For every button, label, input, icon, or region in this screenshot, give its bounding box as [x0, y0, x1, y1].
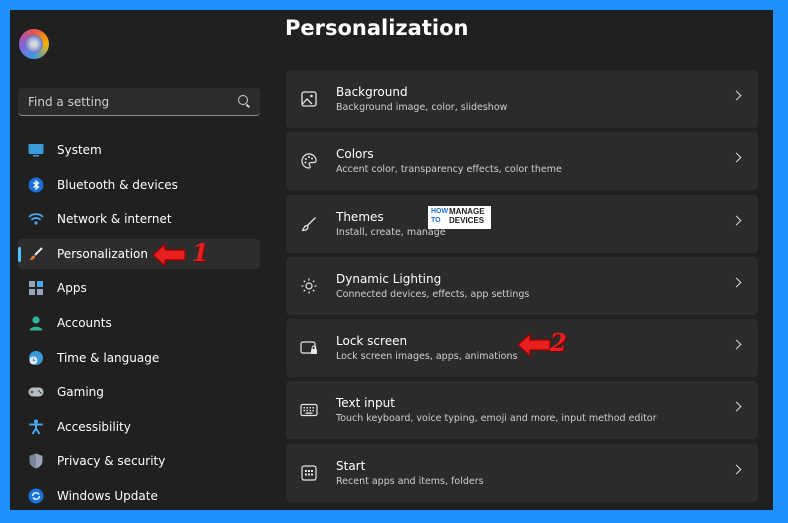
card-title: Themes: [336, 209, 384, 224]
card-background[interactable]: Background Background image, color, slid…: [286, 70, 758, 128]
chevron-right-icon: [731, 90, 742, 101]
chevron-right-icon: [731, 215, 742, 226]
card-title: Lock screen: [336, 334, 408, 349]
sidebar-nav: System Bluetooth & devices Network & int…: [18, 135, 260, 510]
brush-icon: [300, 215, 318, 233]
lock-screen-icon: [300, 339, 318, 357]
chevron-right-icon: [731, 402, 742, 412]
shield-icon: [28, 453, 44, 469]
apps-icon: [28, 280, 44, 296]
card-themes[interactable]: Themes Install, create, manage: [286, 194, 758, 253]
brush-icon: [28, 246, 44, 262]
sidebar-item-system[interactable]: System: [18, 135, 260, 165]
sidebar-item-gaming[interactable]: Gaming: [18, 377, 260, 407]
user-avatar[interactable]: [19, 29, 49, 59]
card-subtitle: Background image, color, slideshow: [336, 102, 508, 113]
sidebar-item-label: Privacy & security: [57, 454, 166, 469]
card-title: Start: [336, 458, 366, 473]
annotation-arrow-icon: [152, 242, 186, 268]
card-title: Dynamic Lighting: [336, 271, 442, 286]
annotation-number: 2: [550, 328, 567, 357]
sidebar-item-label: Time & language: [57, 350, 160, 365]
palette-icon: [300, 152, 318, 170]
card-text-input[interactable]: Text input Touch keyboard, voice typing,…: [286, 381, 758, 440]
globe-clock-icon: [28, 350, 44, 366]
start-icon: [300, 464, 318, 482]
bluetooth-icon: [28, 177, 44, 193]
sidebar-item-apps[interactable]: Apps: [18, 273, 260, 303]
sidebar-item-personalization[interactable]: Personalization: [18, 238, 260, 269]
card-subtitle: Connected devices, effects, app settings: [336, 288, 530, 300]
chevron-right-icon: [731, 464, 742, 475]
card-dynamic-lighting[interactable]: Dynamic Lighting Connected devices, effe…: [286, 256, 758, 315]
sidebar-item-label: Network & internet: [57, 212, 172, 227]
sidebar-item-label: Apps: [57, 281, 87, 296]
lighting-icon: [300, 277, 318, 295]
sidebar-item-label: Gaming: [57, 385, 104, 400]
annotation-arrow-icon: [517, 332, 551, 358]
sidebar-item-bluetooth[interactable]: Bluetooth & devices: [18, 170, 260, 200]
wifi-icon: [28, 211, 44, 227]
sidebar-item-label: Personalization: [57, 246, 148, 261]
sidebar-item-privacy-security[interactable]: Privacy & security: [18, 446, 260, 476]
card-start[interactable]: Start Recent apps and items, folders: [286, 443, 758, 502]
card-subtitle: Recent apps and items, folders: [336, 475, 484, 487]
sidebar-item-label: Bluetooth & devices: [57, 177, 178, 192]
search-box[interactable]: [18, 88, 260, 116]
image-icon: [300, 90, 318, 108]
card-title: Background: [336, 85, 408, 99]
chevron-right-icon: [731, 339, 742, 350]
sidebar-item-network[interactable]: Network & internet: [18, 204, 260, 234]
sidebar-item-label: Accessibility: [57, 419, 131, 434]
card-title: Colors: [336, 147, 374, 162]
sidebar-item-label: Accounts: [57, 315, 112, 330]
sidebar-item-accessibility[interactable]: Accessibility: [18, 412, 260, 442]
sidebar-item-label: System: [57, 143, 102, 157]
page-title: Personalization: [285, 16, 469, 40]
card-subtitle: Lock screen images, apps, animations: [336, 351, 518, 363]
person-icon: [28, 315, 44, 331]
controller-icon: [28, 384, 44, 400]
settings-window: Personalization System Bluetooth & devic…: [10, 10, 773, 510]
chevron-right-icon: [731, 277, 742, 288]
settings-cards: Background Background image, color, slid…: [286, 70, 758, 506]
update-icon: [28, 488, 44, 504]
card-title: Text input: [336, 396, 395, 411]
sidebar-item-accounts[interactable]: Accounts: [18, 308, 260, 338]
sidebar-item-windows-update[interactable]: Windows Update: [18, 481, 260, 510]
card-colors[interactable]: Colors Accent color, transparency effect…: [286, 132, 758, 191]
keyboard-icon: [300, 401, 318, 419]
search-icon[interactable]: [238, 95, 248, 105]
sidebar-item-label: Windows Update: [57, 488, 158, 503]
search-input[interactable]: [18, 88, 230, 116]
watermark-logo: HOW TO MANAGE DEVICES: [428, 206, 491, 229]
annotation-number: 1: [192, 238, 209, 267]
chevron-right-icon: [731, 152, 742, 163]
accessibility-icon: [28, 419, 44, 435]
card-subtitle: Accent color, transparency effects, colo…: [336, 164, 562, 176]
card-subtitle: Touch keyboard, voice typing, emoji and …: [336, 413, 657, 425]
monitor-icon: [28, 142, 44, 158]
sidebar-item-time-language[interactable]: Time & language: [18, 343, 260, 373]
